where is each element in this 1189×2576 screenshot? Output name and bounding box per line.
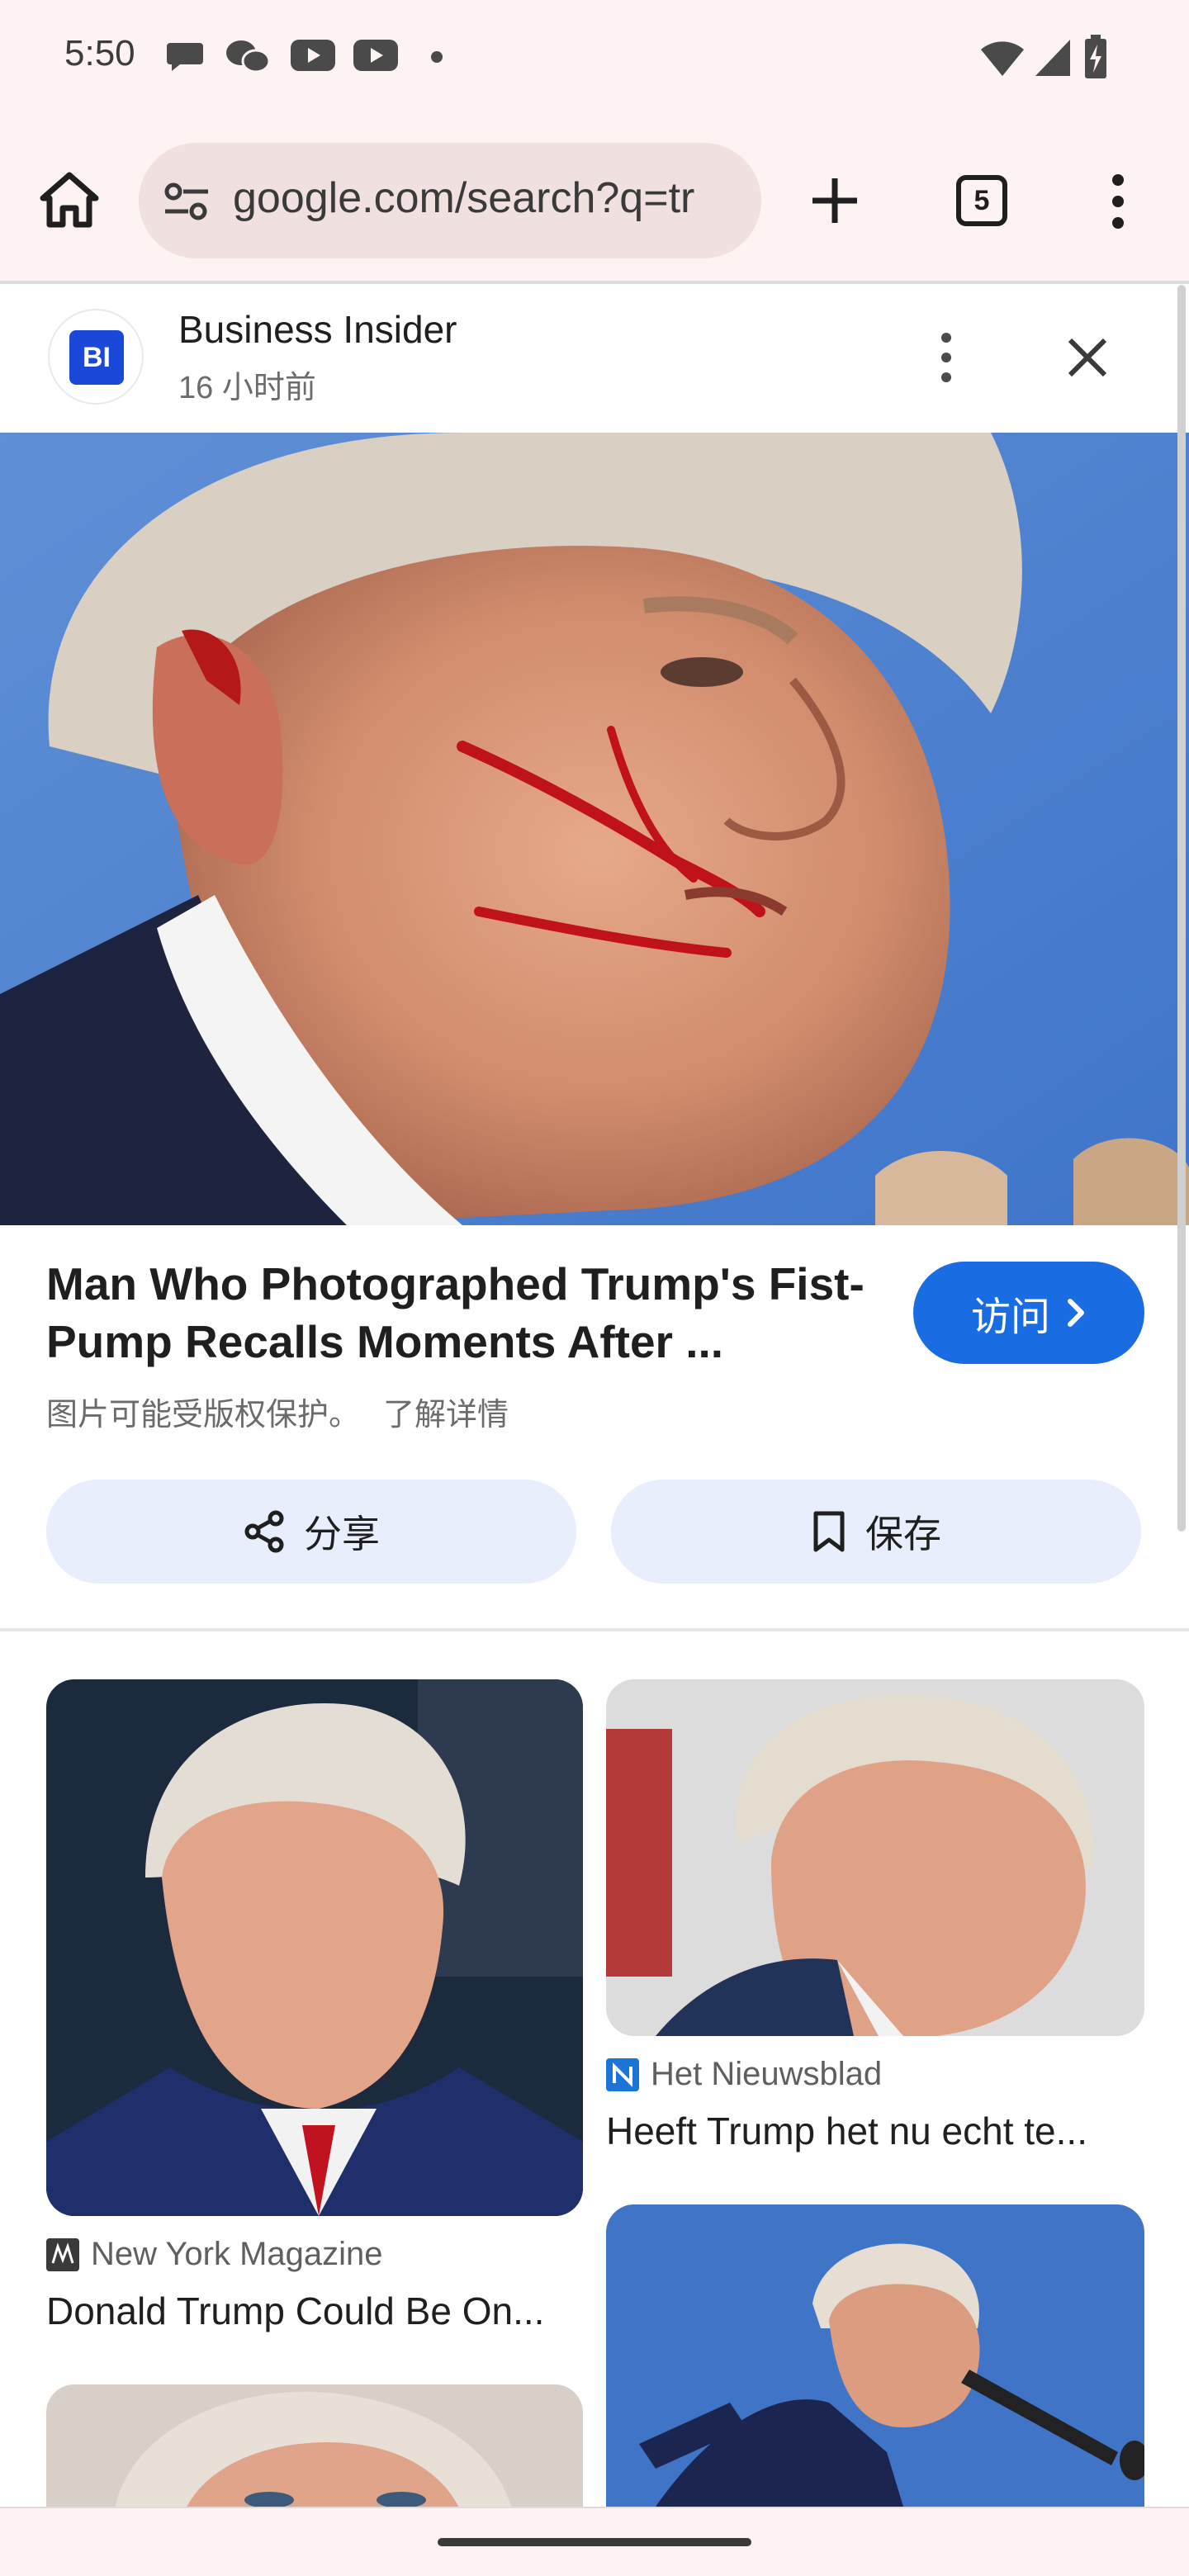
cellular-signal-icon <box>1035 40 1070 76</box>
copyright-notice: 图片可能受版权保护。 了解详情 <box>46 1389 509 1434</box>
hero-image[interactable] <box>0 433 1189 1225</box>
result-source: Het Nieuwsblad <box>606 2056 882 2093</box>
wifi-icon <box>981 41 1024 76</box>
source-time: 16 小时前 <box>178 371 316 405</box>
share-icon <box>244 1510 284 1553</box>
source-logo: BI <box>48 309 144 405</box>
new-york-magazine-logo-icon <box>46 2237 79 2271</box>
home-icon[interactable] <box>38 168 101 231</box>
status-time: 5:50 <box>64 33 135 73</box>
source-name[interactable]: Business Insider <box>178 307 457 352</box>
url-text[interactable]: google.com/search?q=tr <box>233 173 737 231</box>
result-source-name: Het Nieuwsblad <box>651 2056 883 2092</box>
tab-count: 5 <box>973 185 990 216</box>
result-photo <box>606 1679 1144 2036</box>
learn-more-link[interactable]: 了解详情 <box>383 1398 509 1432</box>
more-vert-icon[interactable] <box>935 330 958 385</box>
site-settings-icon[interactable] <box>162 180 211 223</box>
save-label: 保存 <box>865 1513 941 1556</box>
share-label: 分享 <box>304 1513 380 1556</box>
home-gesture-handle[interactable] <box>438 2538 751 2546</box>
new-tab-icon[interactable] <box>806 172 864 230</box>
tab-switcher-button[interactable]: 5 <box>956 175 1007 226</box>
visit-button[interactable]: 访问 <box>913 1262 1144 1364</box>
visit-button-label: 访问 <box>970 1295 1050 1339</box>
more-notifications-dot-icon <box>431 51 443 63</box>
hero-photo <box>0 433 1189 1225</box>
youtube-icon <box>291 40 335 71</box>
chat-bubble-icon <box>167 43 203 71</box>
result-source: New York Magazine <box>46 2236 383 2273</box>
youtube-icon <box>353 40 398 71</box>
result-photo <box>606 2204 1144 2507</box>
close-icon[interactable] <box>1065 335 1110 380</box>
result-thumbnail[interactable] <box>606 2204 1144 2507</box>
copyright-text: 图片可能受版权保护。 <box>46 1398 361 1432</box>
result-source-name: New York Magazine <box>91 2236 383 2272</box>
article-title[interactable]: Man Who Photographed Trump's Fist-Pump R… <box>46 1255 872 1371</box>
save-button[interactable]: 保存 <box>611 1480 1141 1584</box>
result-thumbnail[interactable] <box>46 1679 583 2216</box>
result-title[interactable]: Donald Trump Could Be On... <box>46 2289 583 2333</box>
result-thumbnail[interactable] <box>606 1679 1144 2036</box>
chevron-right-icon <box>1068 1299 1084 1327</box>
share-button[interactable]: 分享 <box>46 1480 576 1584</box>
battery-charging-icon <box>1085 35 1106 78</box>
wechat-icon <box>226 40 271 73</box>
toolbar-divider <box>0 281 1189 284</box>
result-title[interactable]: Heeft Trump het nu echt te... <box>606 2109 1143 2153</box>
result-photo <box>46 1679 583 2216</box>
source-logo-text: BI <box>69 330 124 385</box>
het-nieuwsblad-logo-icon <box>606 2057 639 2091</box>
section-divider <box>0 1628 1189 1631</box>
bookmark-icon <box>813 1511 845 1552</box>
more-options-icon[interactable] <box>1103 170 1133 233</box>
scrollbar[interactable] <box>1177 285 1186 1532</box>
